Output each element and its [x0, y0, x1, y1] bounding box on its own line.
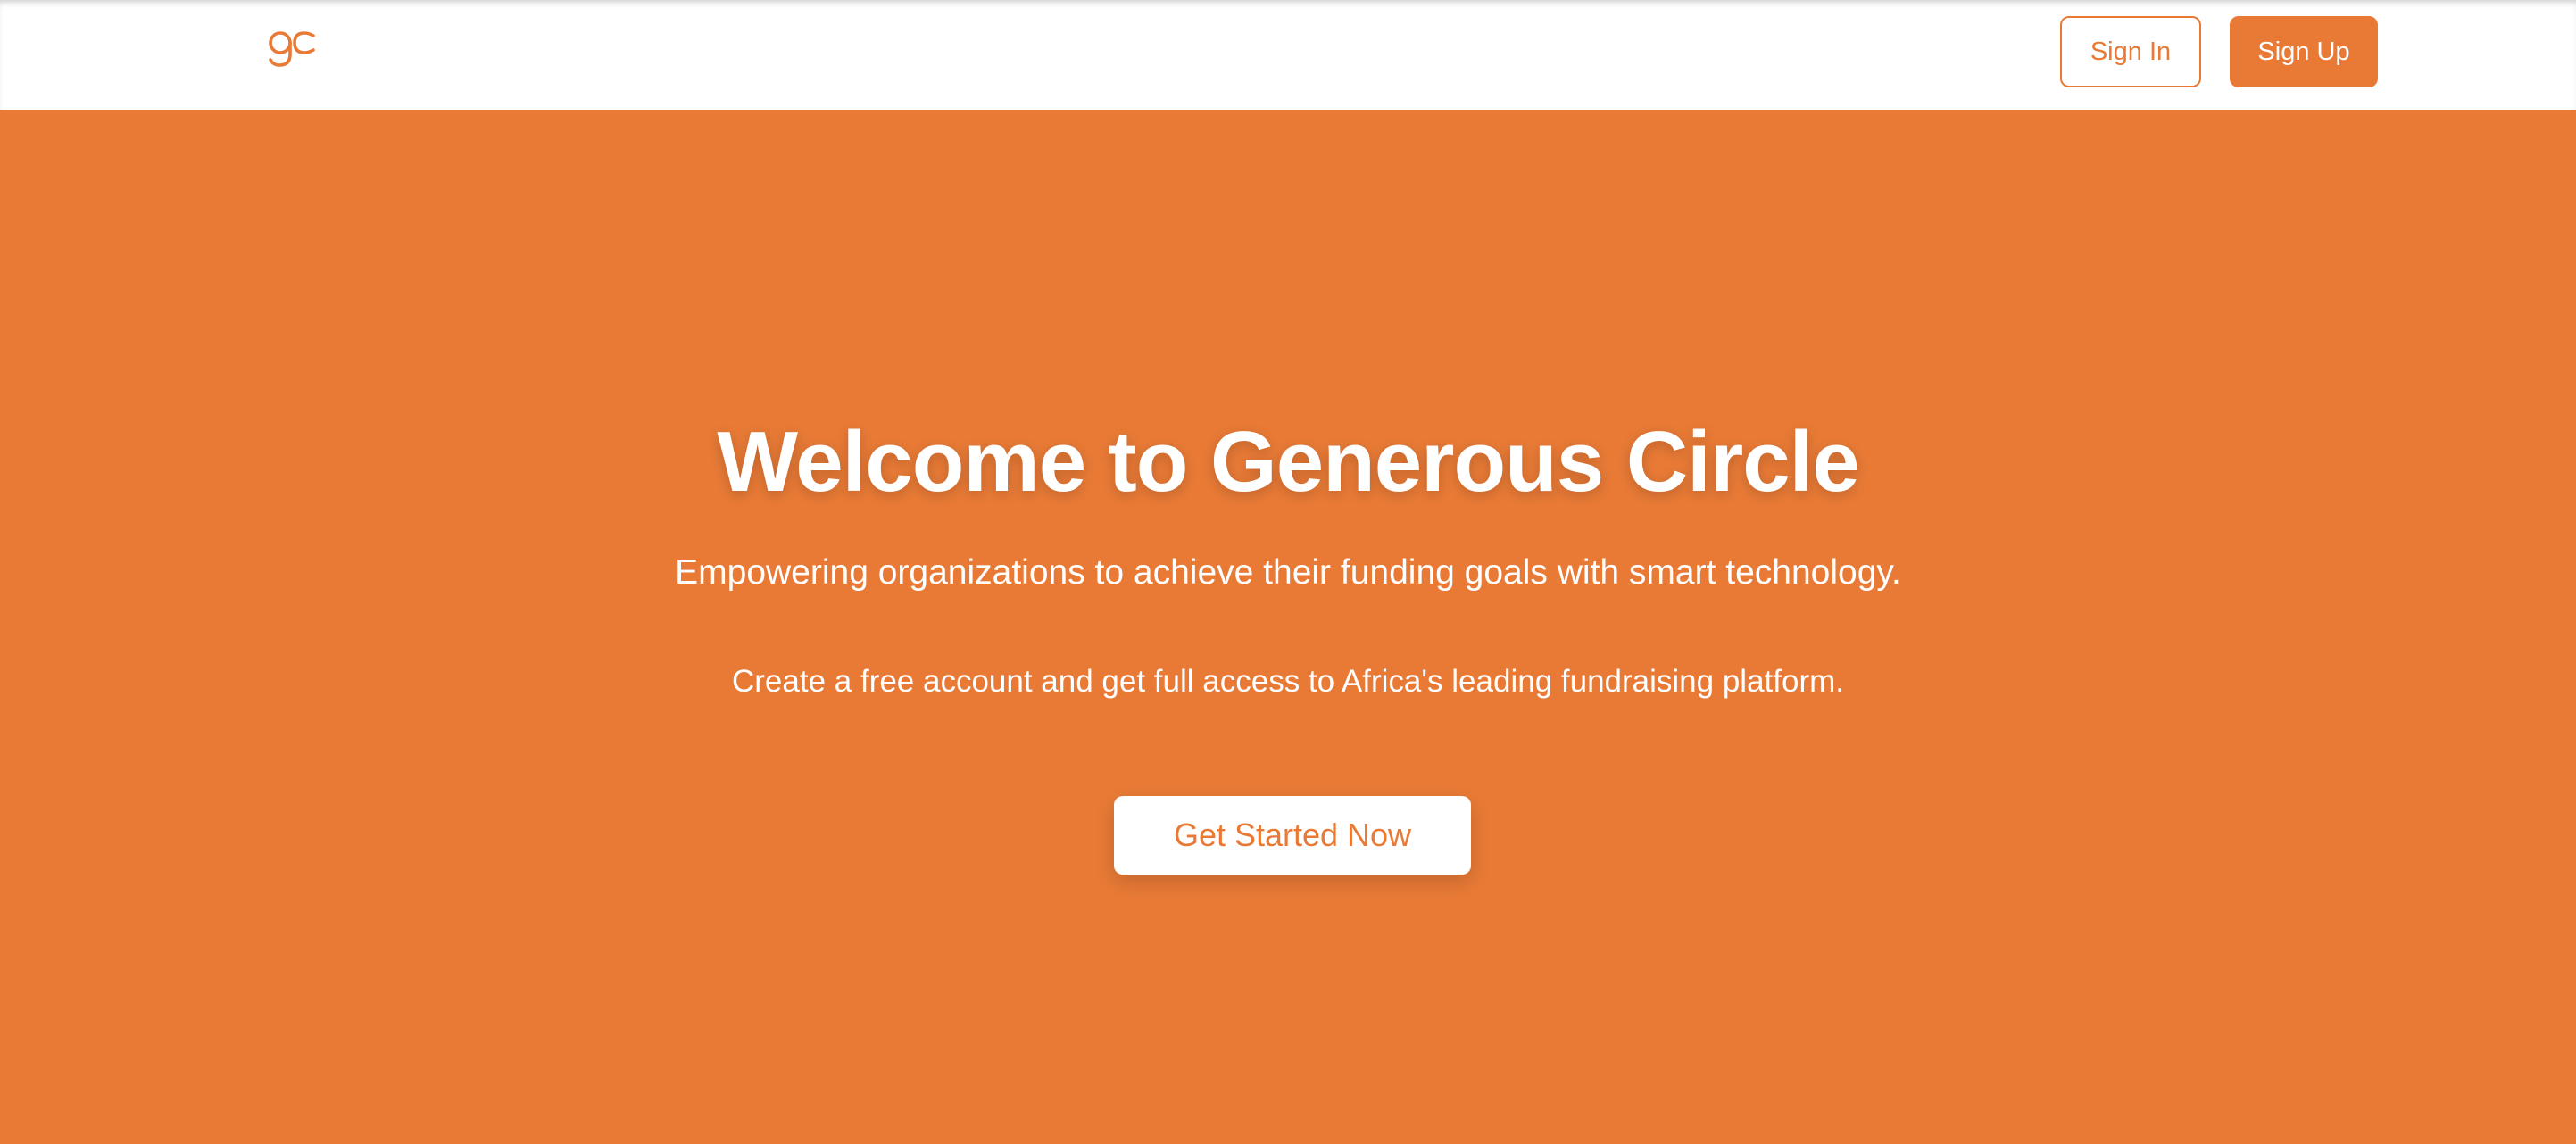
hero-subtitle: Empowering organizations to achieve thei… — [675, 553, 1901, 592]
hero-description: Create a free account and get full acces… — [732, 664, 1844, 699]
hero-section: Welcome to Generous Circle Empowering or… — [0, 110, 2576, 1144]
get-started-button[interactable]: Get Started Now — [1114, 796, 1471, 875]
sign-in-button[interactable]: Sign In — [2060, 16, 2201, 87]
site-header: Sign In Sign Up — [0, 0, 2576, 110]
gc-logo-icon[interactable] — [268, 30, 318, 70]
sign-up-button[interactable]: Sign Up — [2230, 16, 2378, 87]
header-actions: Sign In Sign Up — [2060, 16, 2378, 87]
hero-title: Welcome to Generous Circle — [717, 414, 1859, 510]
